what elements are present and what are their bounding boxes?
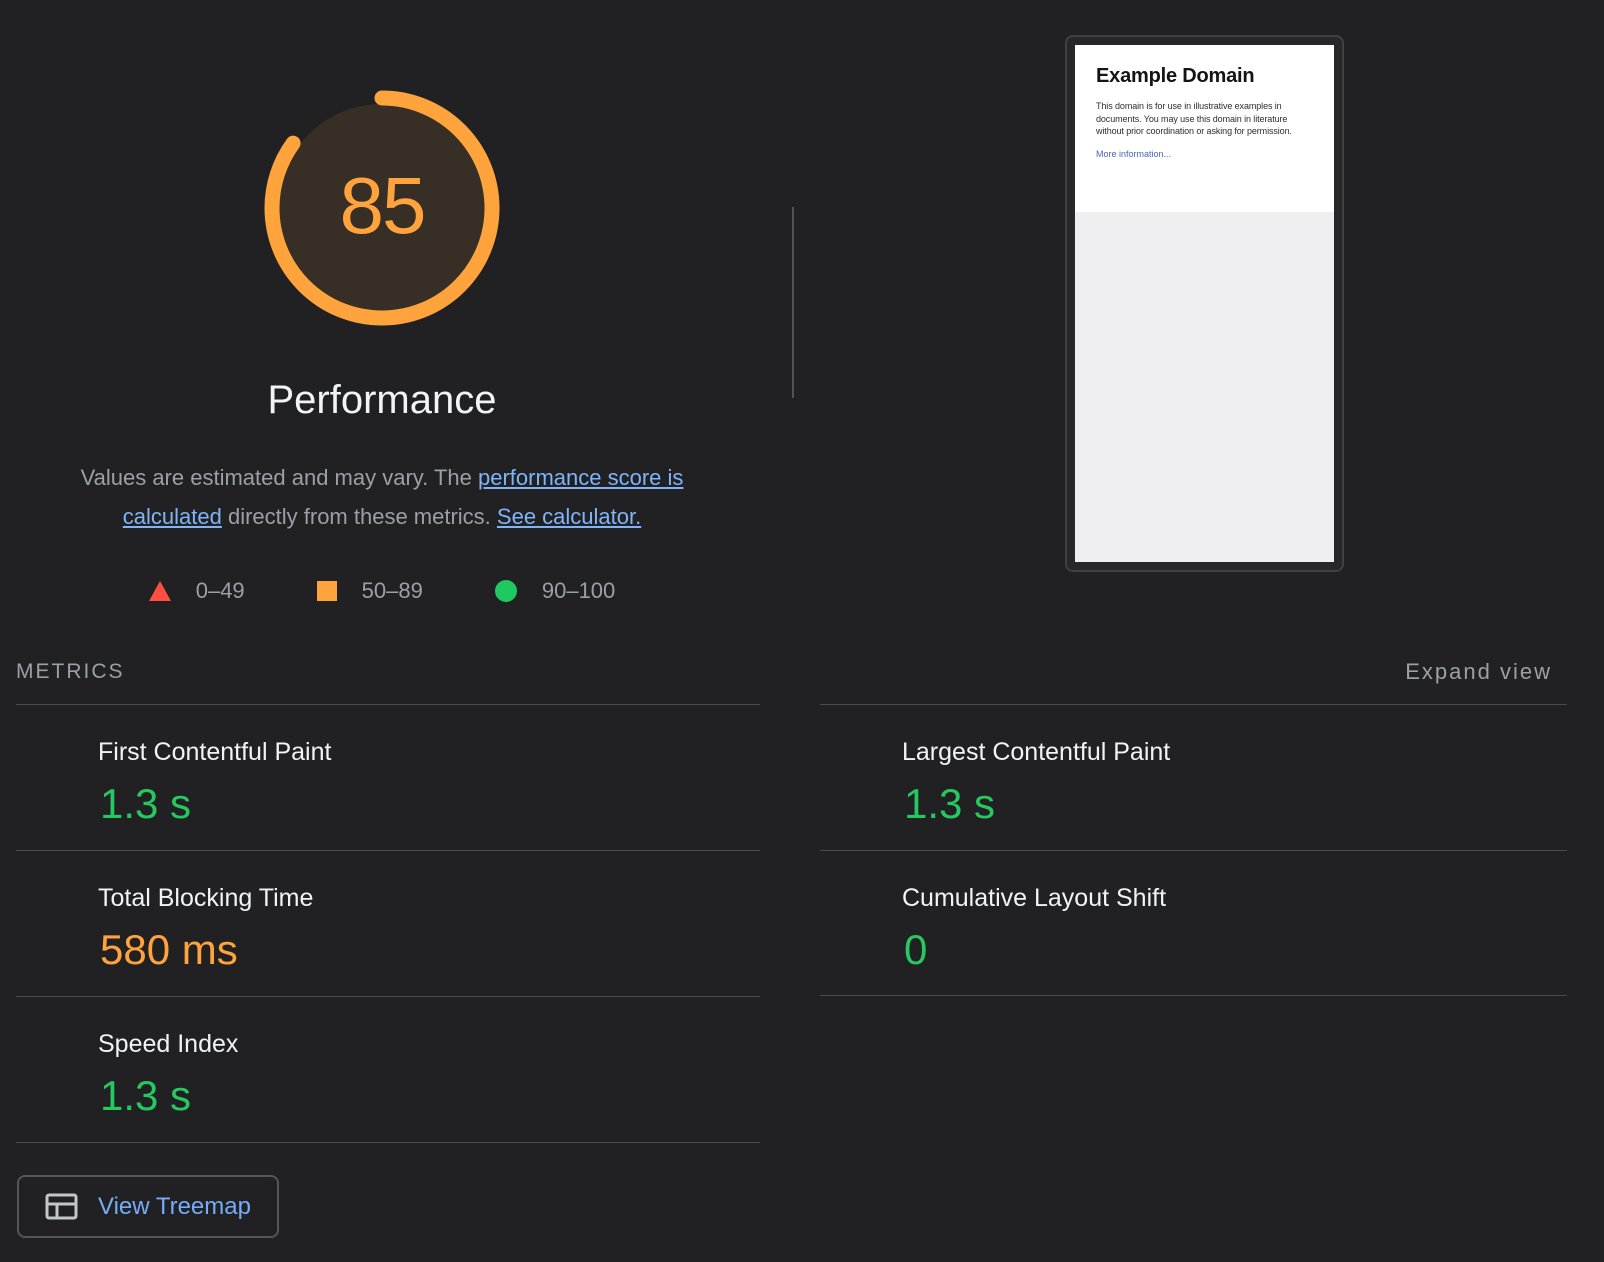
metric-label: First Contentful Paint bbox=[98, 736, 331, 768]
metrics-header: METRICS Expand view bbox=[16, 640, 1567, 704]
description-text-prefix: Values are estimated and may vary. The bbox=[81, 465, 478, 490]
see-calculator-link[interactable]: See calculator. bbox=[497, 504, 641, 529]
metric-label: Cumulative Layout Shift bbox=[902, 882, 1166, 914]
gauge-score: 85 bbox=[340, 161, 425, 250]
legend-range-pass: 90–100 bbox=[542, 578, 615, 604]
performance-gauge: 85 bbox=[262, 88, 502, 328]
treemap-button-row: View Treemap bbox=[16, 1142, 760, 1238]
section-divider bbox=[792, 207, 794, 398]
metric-value: 1.3 s bbox=[100, 1071, 191, 1121]
view-treemap-label: View Treemap bbox=[98, 1193, 251, 1221]
screenshot-more-info-link: More information... bbox=[1096, 149, 1313, 159]
view-treemap-button[interactable]: View Treemap bbox=[17, 1175, 279, 1238]
screenshot-page-top: Example Domain This domain is for use in… bbox=[1075, 45, 1334, 212]
screenshot-heading: Example Domain bbox=[1096, 65, 1313, 88]
screenshot-content: Example Domain This domain is for use in… bbox=[1075, 45, 1334, 562]
legend-item-average: 50–89 bbox=[317, 578, 423, 604]
metric-value: 580 ms bbox=[100, 925, 238, 975]
legend-item-fail: 0–49 bbox=[149, 578, 245, 604]
metrics-grid: First Contentful Paint 1.3 s Total Block… bbox=[16, 704, 1567, 1238]
description-text-middle: directly from these metrics. bbox=[222, 504, 497, 529]
metric-label: Largest Contentful Paint bbox=[902, 736, 1170, 768]
screenshot-page-bottom bbox=[1075, 212, 1334, 562]
average-square-icon bbox=[317, 581, 337, 601]
screenshot-body-text: This domain is for use in illustrative e… bbox=[1096, 100, 1313, 138]
score-legend: 0–49 50–89 90–100 bbox=[2, 578, 762, 604]
metric-label: Total Blocking Time bbox=[98, 882, 313, 914]
score-description: Values are estimated and may vary. The p… bbox=[32, 458, 732, 536]
metric-value: 0 bbox=[904, 925, 927, 975]
legend-range-average: 50–89 bbox=[362, 578, 423, 604]
metrics-section: METRICS Expand view First Contentful Pai… bbox=[16, 640, 1567, 1238]
metrics-section-title: METRICS bbox=[16, 660, 125, 684]
fail-triangle-icon bbox=[149, 581, 171, 601]
treemap-icon bbox=[45, 1193, 78, 1220]
page-title: Performance bbox=[2, 378, 762, 422]
metric-value: 1.3 s bbox=[904, 779, 995, 829]
metric-label: Speed Index bbox=[98, 1028, 238, 1060]
legend-item-pass: 90–100 bbox=[495, 578, 615, 604]
average-square-icon bbox=[43, 884, 47, 902]
metric-value: 1.3 s bbox=[100, 779, 191, 829]
expand-view-button[interactable]: Expand view bbox=[1405, 659, 1552, 685]
metric-row-speed-index: Speed Index 1.3 s bbox=[16, 996, 760, 1142]
legend-range-fail: 0–49 bbox=[196, 578, 245, 604]
metrics-column-left: First Contentful Paint 1.3 s Total Block… bbox=[16, 704, 760, 1238]
pass-circle-icon bbox=[495, 580, 517, 602]
performance-summary: 85 Performance Values are estimated and … bbox=[2, 0, 762, 604]
page-screenshot-thumbnail[interactable]: Example Domain This domain is for use in… bbox=[1065, 35, 1344, 572]
metric-row-largest-contentful-paint: Largest Contentful Paint 1.3 s bbox=[820, 704, 1567, 850]
gauge-svg: 85 bbox=[262, 88, 502, 328]
metric-row-first-contentful-paint: First Contentful Paint 1.3 s bbox=[16, 704, 760, 850]
metric-row-cumulative-layout-shift: Cumulative Layout Shift 0 bbox=[820, 850, 1567, 996]
metrics-column-right: Largest Contentful Paint 1.3 s Cumulativ… bbox=[820, 704, 1567, 1238]
metric-row-total-blocking-time: Total Blocking Time 580 ms bbox=[16, 850, 760, 996]
